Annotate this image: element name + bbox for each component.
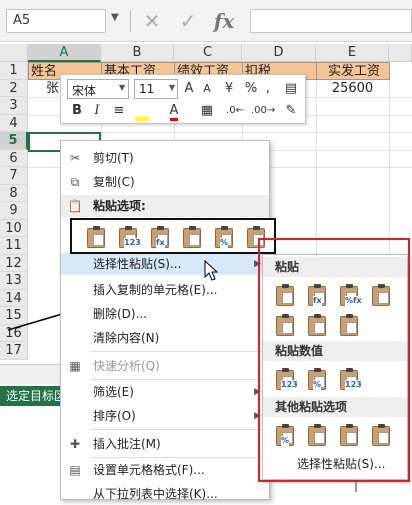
menu-item-label: 筛选(E) (93, 385, 134, 399)
menu-item-label: 剪切(T) (93, 151, 134, 165)
font-color-letter: A (169, 103, 179, 121)
menu-item-pick-list[interactable]: 从下拉列表中选择(K)... (61, 483, 269, 505)
menu-item-cut[interactable]: ✂ 剪切(T) (61, 147, 269, 169)
icon-tag: fx (156, 238, 165, 248)
menu-item-label: 删除(D)... (93, 307, 148, 321)
decrease-font-size-button[interactable]: A (199, 79, 215, 99)
comment-icon: ✚ (69, 437, 81, 451)
paste-options-row: 123 fx % (70, 218, 276, 254)
format-cells-icon: ▤ (69, 463, 81, 477)
bold-button[interactable]: B (69, 101, 85, 121)
menu-item-label: 插入复制的单元格(E)... (93, 283, 218, 297)
paste-icon[interactable] (84, 225, 108, 249)
menu-item-delete[interactable]: 删除(D)... (61, 303, 269, 325)
quick-analysis-icon: ▦ (69, 359, 81, 373)
currency-format-button[interactable]: ¥ (219, 79, 239, 99)
menu-item-clear[interactable]: 清除内容(N) (61, 327, 269, 349)
menu-item-insert-copied[interactable]: 插入复制的单元格(E)... (61, 279, 269, 301)
comma-style-button[interactable]: , (261, 79, 275, 99)
icon-tag: 123 (124, 238, 141, 248)
menu-item-copy[interactable]: ⧉ 复制(C) (61, 171, 269, 193)
paste-formatting-icon[interactable]: % (212, 225, 236, 249)
menu-item-insert-comment[interactable]: ✚ 插入批注(M) (61, 433, 269, 455)
menu-item-label: 设置单元格格式(F)... (93, 463, 205, 477)
menu-item-label: 排序(O) (93, 409, 136, 423)
italic-button[interactable]: I (89, 101, 105, 121)
mini-toolbar: 宋体 ▼ 11 ▼ A A ¥ % , ▤ B I ≡ A ▦ .0← .00→… (60, 74, 306, 124)
format-painter-icon[interactable]: ✎ (281, 101, 301, 121)
menu-separator (91, 379, 269, 380)
menu-item-label: 插入批注(M) (93, 437, 161, 451)
mouse-pointer-icon (204, 260, 219, 281)
fill-color-icon[interactable] (131, 101, 153, 121)
paste-options-header: 📋 粘贴选项: (61, 195, 269, 217)
increase-font-size-button[interactable]: A (181, 79, 197, 99)
menu-item-format-cells[interactable]: ▤ 设置单元格格式(F)... (61, 459, 269, 481)
icon-tag: % (220, 238, 229, 248)
borders-icon[interactable]: ▦ (197, 101, 217, 121)
percent-format-button[interactable]: % (243, 79, 259, 99)
paste-formulas-icon[interactable]: fx (148, 225, 172, 249)
menu-separator (91, 351, 269, 352)
menu-separator (91, 457, 269, 458)
highlight-box (258, 238, 410, 482)
decrease-decimal-icon[interactable]: .00→ (251, 101, 275, 121)
menu-separator (91, 429, 269, 430)
menu-item-sort[interactable]: 排序(O) ▶ (61, 405, 269, 427)
scissors-icon: ✂ (69, 151, 81, 165)
paste-values-icon[interactable]: 123 (116, 225, 141, 249)
context-menu: ✂ 剪切(T) ⧉ 复制(C) 📋 粘贴选项: 选择性粘贴(S)... ▶ 插入… (60, 140, 270, 501)
menu-item-label: 选择性粘贴(S)... (93, 257, 182, 271)
menu-item-label: 从下拉列表中选择(K)... (93, 487, 218, 501)
font-color-button[interactable]: A (163, 101, 185, 121)
menu-item-quick-analysis[interactable]: ▦ 快速分析(Q) (61, 355, 269, 377)
increase-decimal-icon[interactable]: .0← (225, 101, 245, 121)
copy-icon: ⧉ (70, 175, 80, 189)
menu-item-filter[interactable]: 筛选(E) ▶ (61, 381, 269, 403)
menu-section-label: 粘贴选项: (93, 199, 146, 213)
chevron-down-icon[interactable]: ▼ (169, 83, 175, 92)
chevron-down-icon[interactable]: ▼ (119, 83, 125, 92)
paste-transpose-icon[interactable] (180, 225, 204, 249)
menu-item-paste-special[interactable]: 选择性粘贴(S)... ▶ (61, 253, 269, 275)
align-center-icon[interactable]: ≡ (111, 101, 127, 121)
menu-item-label: 清除内容(N) (93, 331, 160, 345)
clipboard-icon: 📋 (67, 199, 83, 213)
menu-item-label: 快速分析(Q) (93, 359, 160, 373)
format-table-icon[interactable]: ▤ (281, 79, 301, 99)
menu-item-label: 复制(C) (93, 175, 135, 189)
